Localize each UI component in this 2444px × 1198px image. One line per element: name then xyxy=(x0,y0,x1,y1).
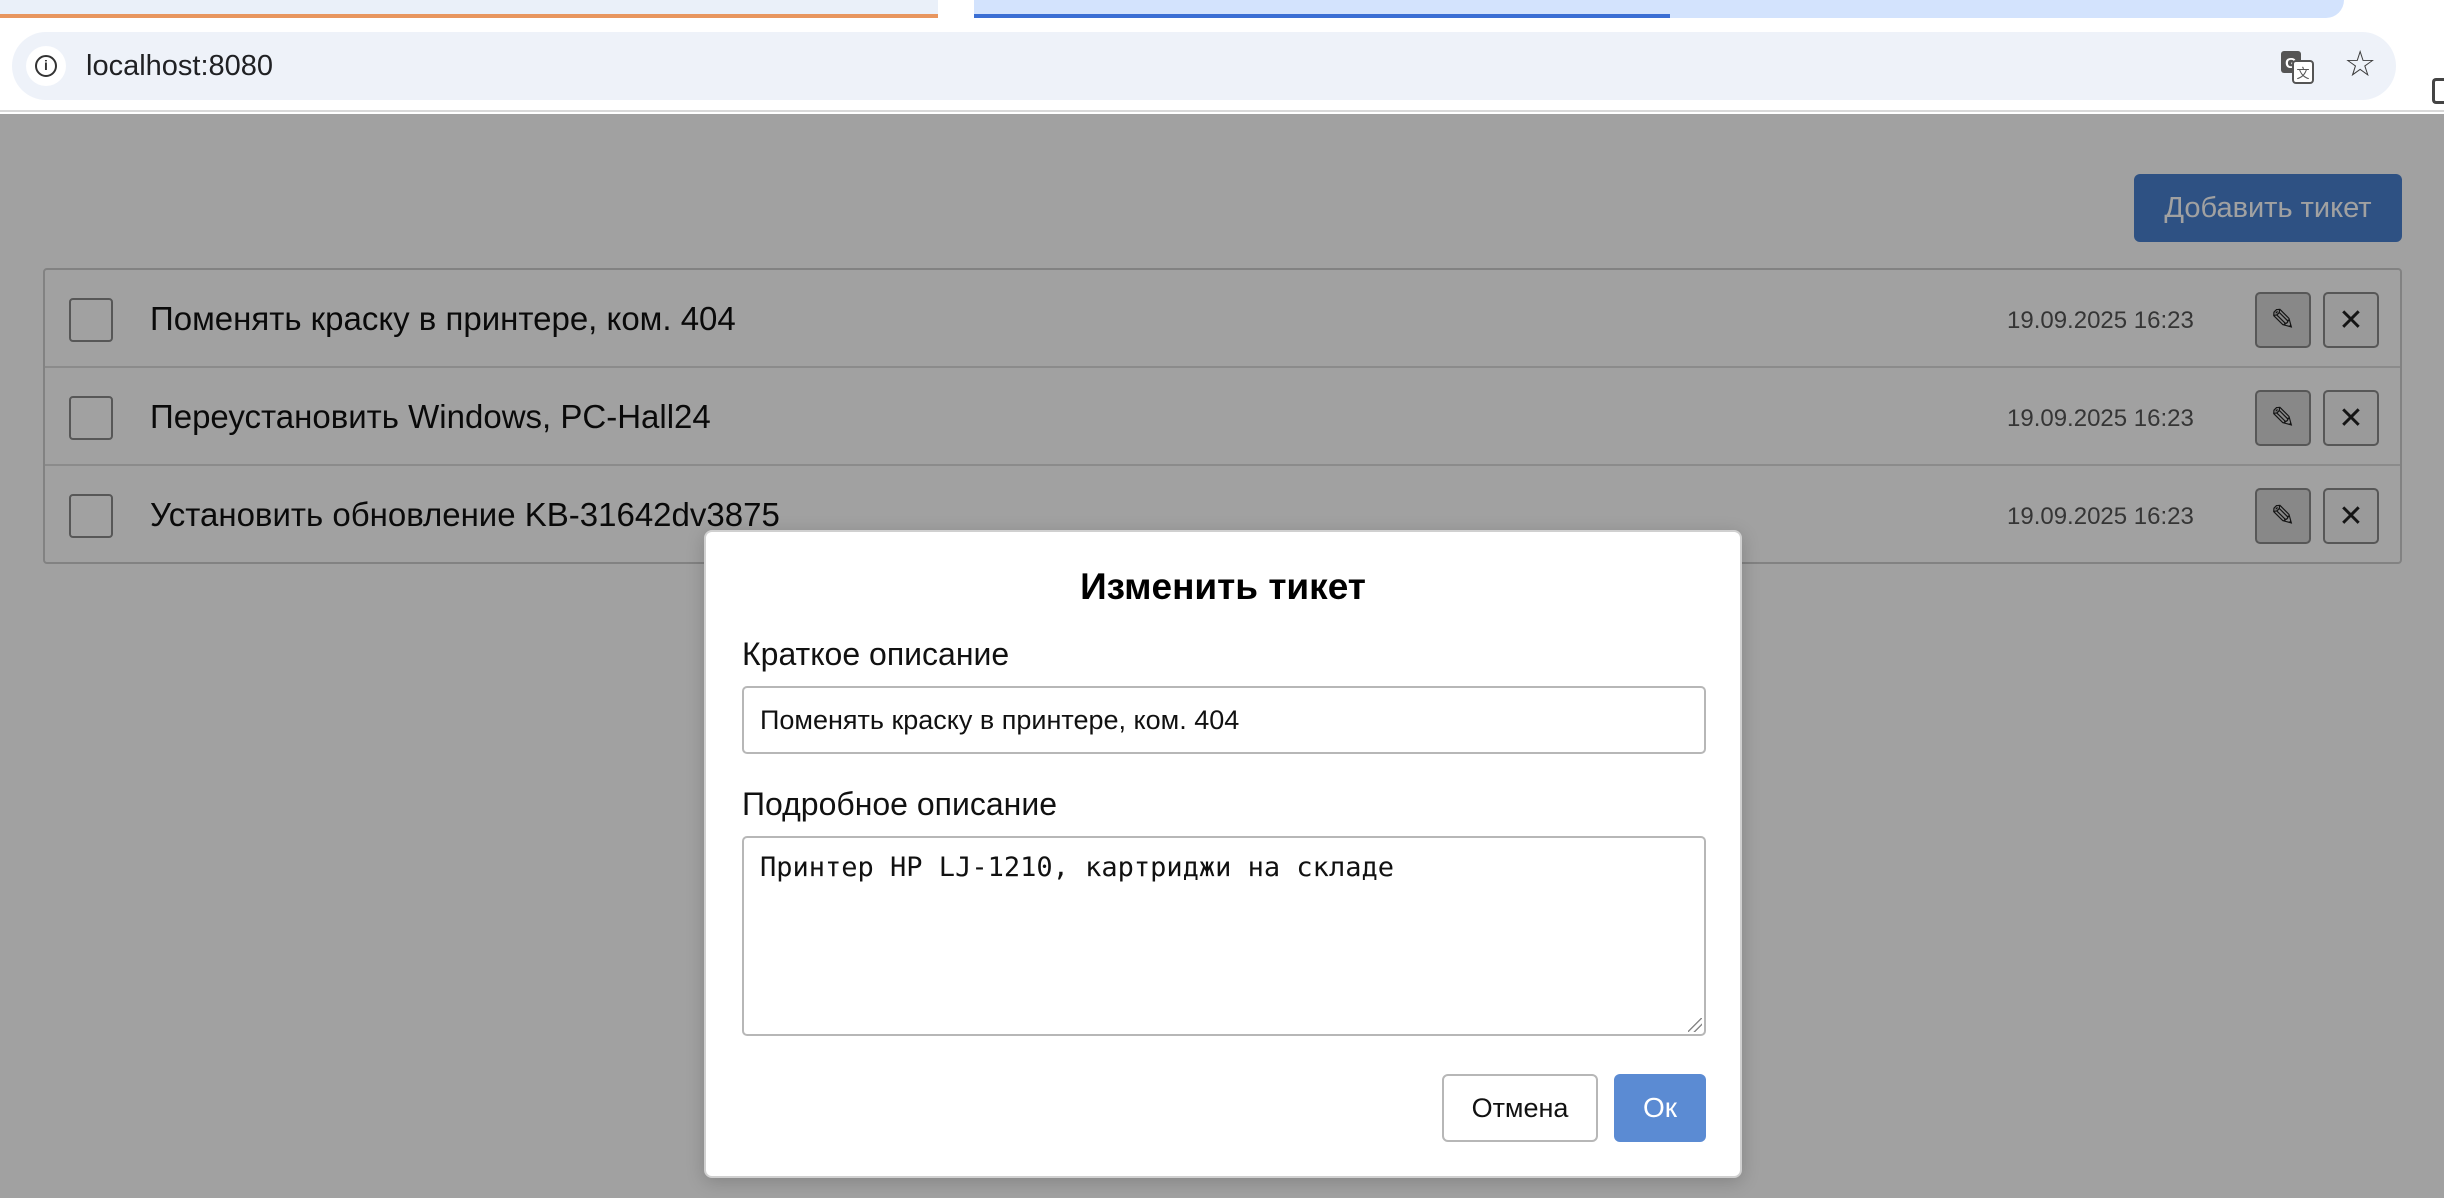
long-description-textarea[interactable]: Принтер HP LJ-1210, картриджи на складе xyxy=(742,836,1706,1036)
url-text[interactable]: localhost:8080 xyxy=(86,50,273,83)
info-icon: i xyxy=(35,55,57,77)
long-description-label: Подробное описание xyxy=(742,786,1057,822)
ok-button[interactable]: Ок xyxy=(1614,1074,1706,1142)
browser-toolbar: i localhost:8080 G 文 ☆ xyxy=(0,24,2444,112)
address-bar[interactable]: i localhost:8080 G 文 ☆ xyxy=(12,32,2396,100)
tab-loading-indicator xyxy=(974,14,1670,18)
short-description-label: Краткое описание xyxy=(742,636,1010,672)
dialog-title: Изменить тикет xyxy=(1080,566,1366,607)
svg-text:文: 文 xyxy=(2296,67,2309,82)
tab-strip xyxy=(0,0,2444,24)
translate-icon[interactable]: G 文 xyxy=(2280,50,2314,84)
extensions-icon[interactable] xyxy=(2432,78,2444,104)
short-description-input[interactable]: Поменять краску в принтере, ком. 404 xyxy=(742,686,1706,754)
active-tab[interactable] xyxy=(974,0,2344,18)
site-info-button[interactable]: i xyxy=(26,46,66,86)
cancel-button[interactable]: Отмена xyxy=(1442,1074,1598,1142)
bookmark-star-icon[interactable]: ☆ xyxy=(2344,46,2376,82)
edit-ticket-dialog: Изменить тикет Краткое описание Поменять… xyxy=(704,530,1742,1178)
resize-handle[interactable] xyxy=(1688,1018,1702,1032)
inactive-tab[interactable] xyxy=(0,0,938,18)
